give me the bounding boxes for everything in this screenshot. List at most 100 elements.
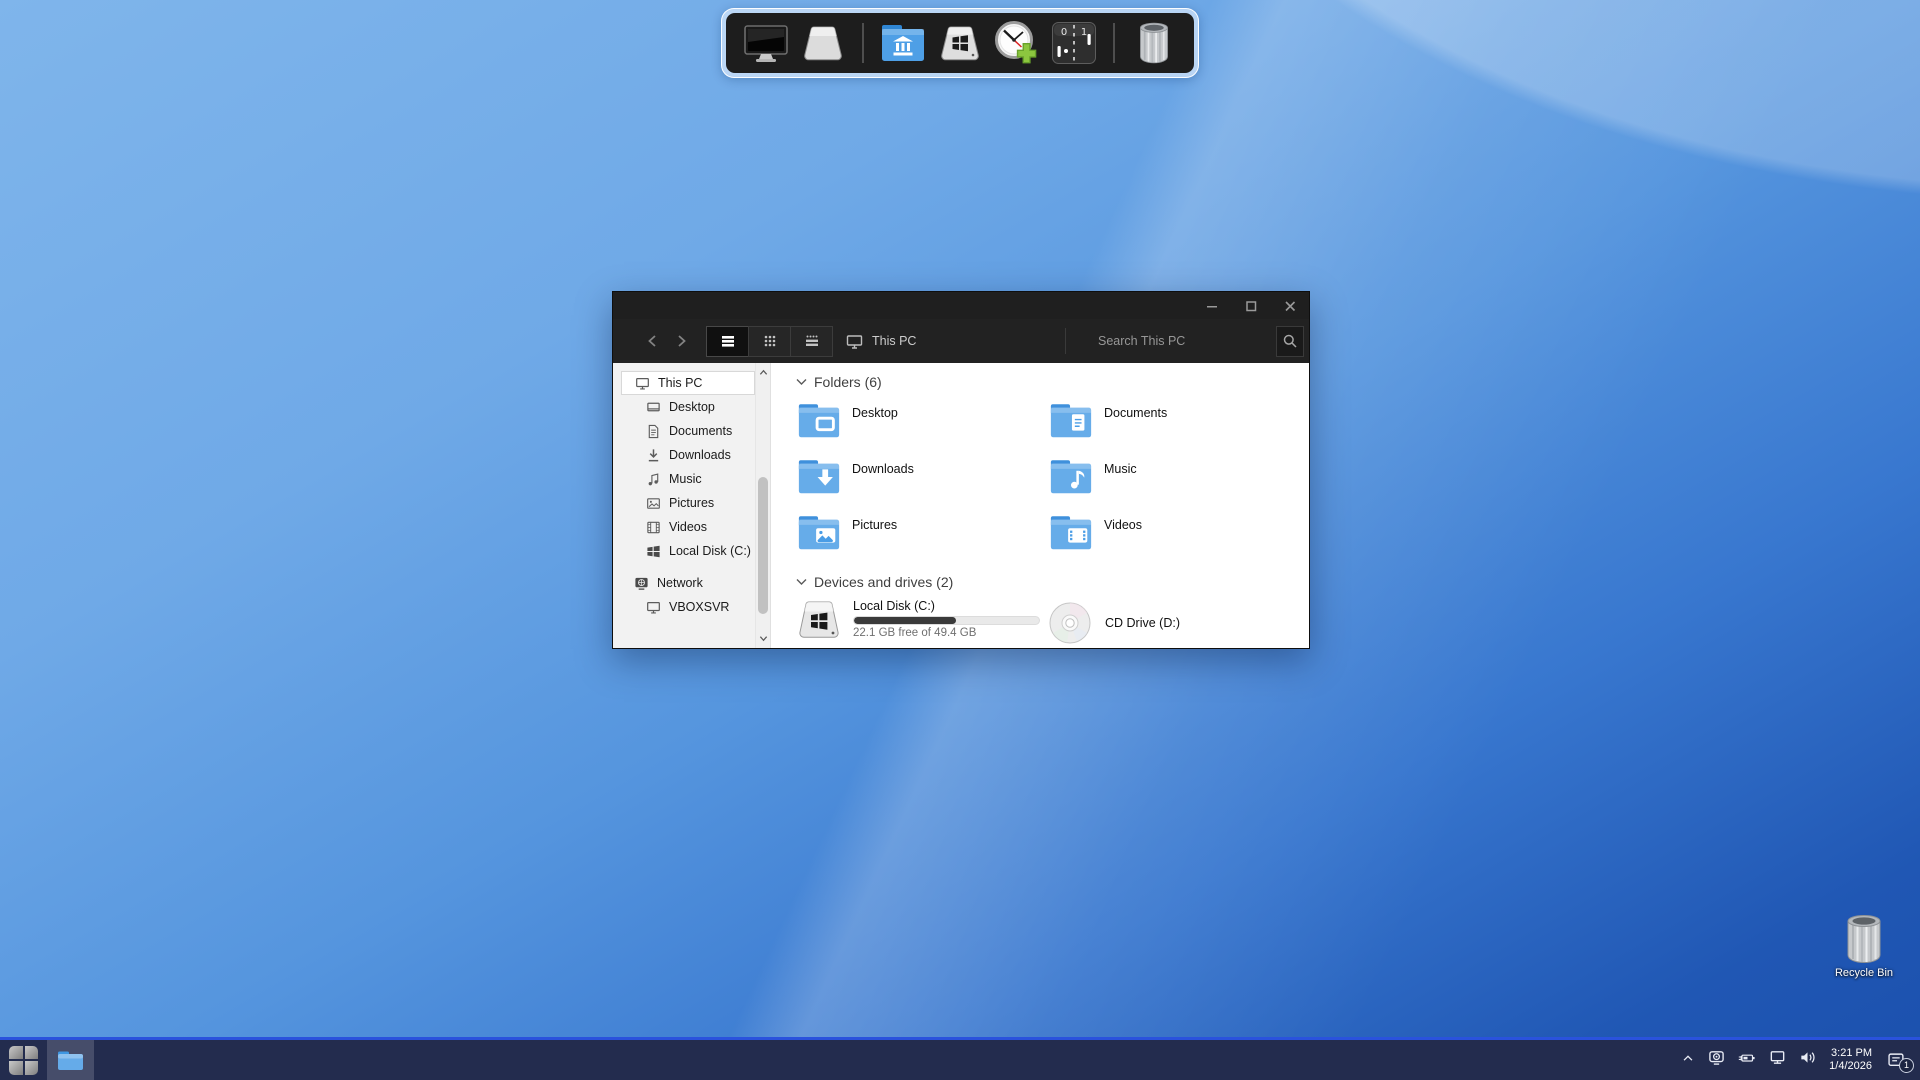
sidebar-item-label: Desktop (669, 400, 715, 414)
dock-inner: 01 (726, 13, 1194, 73)
file-explorer-icon (57, 1050, 84, 1071)
folders-section-title: Folders (6) (814, 374, 882, 390)
drives-section-header[interactable]: Devices and drives (2) (796, 573, 1309, 591)
notification-center-button[interactable]: 1 (1887, 1052, 1906, 1069)
sidebar-list: This PC Desktop Documents DownloadsMusicPic… (613, 363, 770, 619)
recycle-bin-icon (1832, 913, 1896, 965)
pong-game-icon: 01 (1051, 21, 1097, 65)
sidebar-item-music[interactable]: Music (613, 467, 755, 491)
taskbar-file-explorer-button[interactable] (47, 1040, 94, 1080)
sidebar-item-vboxsvr[interactable]: VBOXSVR (613, 595, 755, 619)
drive-label: Local Disk (C:) (853, 599, 1040, 613)
folder-tiles: Desktop Documents Downloads Music Pictures Vi… (796, 401, 1309, 569)
sidebar-item-videos[interactable]: Videos (613, 515, 755, 539)
search-button[interactable] (1276, 326, 1304, 357)
folder-tile-label: Documents (1104, 406, 1167, 420)
folder-tile-label: Downloads (852, 462, 914, 476)
sidebar-item-desktop[interactable]: Desktop (613, 395, 755, 419)
chevron-up-tray-button[interactable] (1681, 1051, 1695, 1070)
picture-icon (645, 496, 661, 511)
folder-tile-downloads[interactable]: Downloads (796, 457, 1048, 513)
drives-section-title: Devices and drives (2) (814, 574, 953, 590)
breadcrumb[interactable]: This PC (872, 334, 916, 348)
content-view-icon (803, 332, 821, 350)
list-view-icon (719, 332, 737, 350)
sidebar-item-label: Documents (669, 424, 732, 438)
folder-pictures-icon (796, 513, 844, 553)
windows-drive-dock-button[interactable] (936, 20, 984, 66)
pong-game-dock-button[interactable]: 01 (1050, 20, 1098, 66)
maximize-icon (1243, 298, 1259, 314)
windows-disk-icon (645, 544, 661, 559)
document-icon (645, 424, 661, 439)
sidebar-item-this-pc[interactable]: This PC (621, 371, 755, 395)
recycle-bin-dock-button[interactable] (1130, 20, 1178, 66)
folder-tile-label: Videos (1104, 518, 1142, 532)
pc-icon (634, 376, 650, 391)
content-pane: Folders (6) Desktop Documents Downloads Mus… (771, 363, 1309, 648)
recycle-bin-desktop-icon[interactable]: Recycle Bin (1832, 913, 1896, 979)
ethernet-tray-button[interactable] (1769, 1049, 1786, 1071)
start-button[interactable] (0, 1040, 47, 1080)
volume-tray-button[interactable] (1799, 1049, 1816, 1071)
drive-tile-cd-drive-d[interactable]: CD Drive (D:) (1048, 599, 1300, 647)
hdd-windows-icon (796, 599, 844, 641)
drive-icon (800, 23, 846, 63)
folder-documents-icon (1048, 401, 1096, 441)
back-button[interactable] (639, 327, 667, 355)
recycle-bin-label: Recycle Bin (1832, 967, 1896, 979)
notification-badge: 1 (1899, 1058, 1914, 1073)
clock-date: 1/4/2026 (1829, 1060, 1872, 1073)
folders-section-header[interactable]: Folders (6) (796, 373, 1309, 391)
folder-tile-music[interactable]: Music (1048, 457, 1300, 513)
taskbar-clock[interactable]: 3:21 PM 1/4/2026 (1829, 1047, 1872, 1073)
chevron-up-icon (1681, 1051, 1695, 1070)
sidebar-item-documents[interactable]: Documents (613, 419, 755, 443)
battery-charging-tray-button[interactable] (1738, 1050, 1756, 1071)
forward-button[interactable] (667, 327, 695, 355)
ethernet-icon (1769, 1049, 1786, 1071)
sidebar-item-label: Local Disk (C:) (669, 544, 751, 558)
maximize-button[interactable] (1231, 292, 1270, 319)
folder-library-icon (879, 22, 927, 64)
svg-text:1: 1 (1081, 27, 1087, 38)
folder-music-icon (1048, 457, 1096, 497)
clock-add-dock-button[interactable] (993, 20, 1041, 66)
desktop-icon (645, 400, 661, 415)
folder-tile-videos[interactable]: Videos (1048, 513, 1300, 569)
scroll-up-icon[interactable] (756, 365, 771, 380)
folder-tile-desktop[interactable]: Desktop (796, 401, 1048, 457)
grid-view-button[interactable] (748, 326, 791, 357)
close-button[interactable] (1270, 292, 1309, 319)
list-view-button[interactable] (706, 326, 749, 357)
screen-record-tray-button[interactable] (1708, 1049, 1725, 1071)
download-icon (645, 448, 661, 463)
folder-tile-label: Music (1104, 462, 1137, 476)
minimize-button[interactable] (1192, 292, 1231, 319)
folder-desktop-icon (796, 401, 844, 441)
scrollbar-thumb[interactable] (758, 477, 768, 614)
monitor-icon (743, 22, 789, 64)
folder-library-dock-button[interactable] (879, 20, 927, 66)
folder-videos-icon (1048, 513, 1096, 553)
view-switcher (707, 326, 833, 357)
folder-tile-pictures[interactable]: Pictures (796, 513, 1048, 569)
sidebar-item-pictures[interactable]: Pictures (613, 491, 755, 515)
sidebar-item-downloads[interactable]: Downloads (613, 443, 755, 467)
search-input[interactable] (1098, 334, 1268, 348)
sidebar-item-local-disk-c[interactable]: Local Disk (C:) (613, 539, 755, 563)
sidebar-item-network[interactable]: Network (613, 571, 755, 595)
toolbar: This PC (613, 319, 1309, 363)
content-view-button[interactable] (790, 326, 833, 357)
grid-view-icon (761, 332, 779, 350)
sidebar-scrollbar[interactable] (755, 363, 770, 648)
explorer-window: This PC This PC Desktop Documents Downloads… (612, 291, 1310, 649)
monitor-dock-button[interactable] (742, 20, 790, 66)
titlebar[interactable] (613, 292, 1309, 319)
folder-tile-documents[interactable]: Documents (1048, 401, 1300, 457)
collapse-chevron-icon (796, 578, 807, 586)
drive-dock-button[interactable] (799, 20, 847, 66)
drive-tile-local-disk-c[interactable]: Local Disk (C:)22.1 GB free of 49.4 GB (796, 599, 1048, 647)
server-icon (645, 600, 661, 615)
scroll-down-icon[interactable] (756, 631, 771, 646)
